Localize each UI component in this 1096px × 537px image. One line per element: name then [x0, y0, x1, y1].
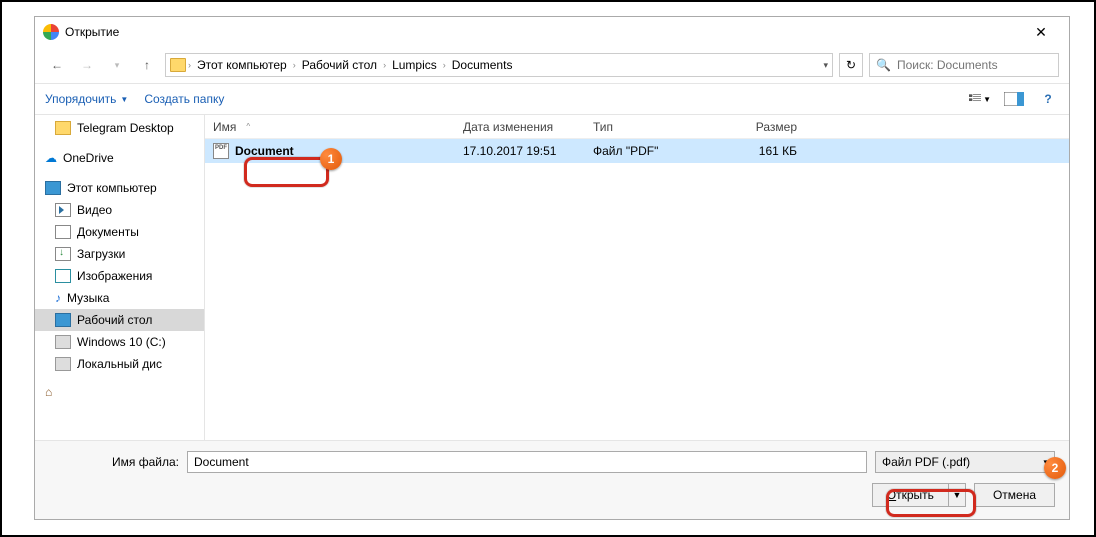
- col-date[interactable]: Дата изменения: [455, 120, 585, 134]
- pc-icon: [45, 181, 61, 195]
- video-icon: [55, 203, 71, 217]
- toolbar: Упорядочить ▼ Создать папку ▼ ?: [35, 83, 1069, 115]
- filename-label: Имя файла:: [49, 455, 179, 469]
- refresh-button[interactable]: ↻: [839, 53, 863, 77]
- file-name-cell: PDF Document: [205, 143, 455, 159]
- onedrive-icon: ☁: [45, 151, 57, 165]
- homegroup-icon: ⌂: [45, 385, 52, 399]
- chevron-down-icon: ▾: [1043, 457, 1048, 468]
- recent-dropdown[interactable]: ▾: [105, 53, 129, 77]
- tree-item-documents[interactable]: Документы: [35, 221, 204, 243]
- pdf-icon: PDF: [213, 143, 229, 159]
- disk-icon: [55, 335, 71, 349]
- help-button[interactable]: ?: [1037, 90, 1059, 108]
- cancel-button[interactable]: Отмена: [974, 483, 1055, 507]
- window-title: Открытие: [65, 25, 1021, 39]
- tree-item-pictures[interactable]: Изображения: [35, 265, 204, 287]
- crumb-item[interactable]: Рабочий стол: [298, 58, 381, 72]
- tree-item-drive-c[interactable]: Windows 10 (C:): [35, 331, 204, 353]
- tree-item-telegram[interactable]: Telegram Desktop: [35, 117, 204, 139]
- chevron-right-icon: ›: [383, 60, 386, 70]
- chevron-right-icon: ›: [188, 60, 191, 70]
- filetype-filter[interactable]: Файл PDF (.pdf) ▾: [875, 451, 1055, 473]
- breadcrumb[interactable]: › Этот компьютер › Рабочий стол › Lumpic…: [165, 53, 833, 77]
- sort-indicator-icon: ^: [246, 122, 250, 131]
- tree-item-music[interactable]: ♪Музыка: [35, 287, 204, 309]
- titlebar: Открытие ✕: [35, 17, 1069, 47]
- open-dropdown[interactable]: ▼: [949, 490, 965, 500]
- new-folder-button[interactable]: Создать папку: [144, 92, 224, 106]
- navbar: ← → ▾ ↑ › Этот компьютер › Рабочий стол …: [35, 47, 1069, 83]
- folder-tree[interactable]: Telegram Desktop ☁OneDrive Этот компьюте…: [35, 115, 205, 440]
- open-file-dialog: Открытие ✕ ← → ▾ ↑ › Этот компьютер › Ра…: [34, 16, 1070, 520]
- pictures-icon: [55, 269, 71, 283]
- search-input[interactable]: [897, 58, 1052, 72]
- close-button[interactable]: ✕: [1021, 24, 1061, 41]
- search-icon: 🔍: [876, 58, 891, 72]
- tree-item-onedrive[interactable]: ☁OneDrive: [35, 147, 204, 169]
- tree-item-homegroup[interactable]: ⌂: [35, 381, 204, 403]
- folder-icon: [55, 121, 71, 135]
- col-size[interactable]: Размер: [715, 120, 805, 134]
- col-name[interactable]: Имя^: [205, 120, 455, 134]
- search-box[interactable]: 🔍: [869, 53, 1059, 77]
- music-icon: ♪: [55, 291, 61, 305]
- crumb-root[interactable]: Этот компьютер: [193, 58, 291, 72]
- file-date-cell: 17.10.2017 19:51: [455, 144, 585, 158]
- back-button[interactable]: ←: [45, 53, 69, 77]
- up-button[interactable]: ↑: [135, 53, 159, 77]
- chrome-icon: [43, 24, 59, 40]
- file-size-cell: 161 КБ: [715, 144, 805, 158]
- file-row[interactable]: PDF Document 17.10.2017 19:51 Файл "PDF"…: [205, 139, 1069, 163]
- folder-icon: [170, 58, 186, 72]
- col-type[interactable]: Тип: [585, 120, 715, 134]
- tree-item-videos[interactable]: Видео: [35, 199, 204, 221]
- chevron-right-icon: ›: [443, 60, 446, 70]
- open-button[interactable]: Открыть ▼: [872, 483, 966, 507]
- disk-icon: [55, 357, 71, 371]
- preview-pane-button[interactable]: [1003, 90, 1025, 108]
- filename-input[interactable]: [187, 451, 867, 473]
- tree-item-desktop[interactable]: Рабочий стол: [35, 309, 204, 331]
- organize-button[interactable]: Упорядочить ▼: [45, 92, 128, 106]
- documents-icon: [55, 225, 71, 239]
- crumb-item[interactable]: Lumpics: [388, 58, 441, 72]
- view-button[interactable]: ▼: [969, 90, 991, 108]
- dialog-body: Telegram Desktop ☁OneDrive Этот компьюте…: [35, 115, 1069, 440]
- downloads-icon: [55, 247, 71, 261]
- file-list: Имя^ Дата изменения Тип Размер PDF Docum…: [205, 115, 1069, 440]
- tree-item-this-pc[interactable]: Этот компьютер: [35, 177, 204, 199]
- chevron-right-icon: ›: [293, 60, 296, 70]
- list-header: Имя^ Дата изменения Тип Размер: [205, 115, 1069, 139]
- tree-item-local-disk[interactable]: Локальный дис: [35, 353, 204, 375]
- desktop-icon: [55, 313, 71, 327]
- dialog-footer: Имя файла: Файл PDF (.pdf) ▾ Открыть ▼ О…: [35, 440, 1069, 519]
- forward-button[interactable]: →: [75, 53, 99, 77]
- file-type-cell: Файл "PDF": [585, 144, 715, 158]
- tree-item-downloads[interactable]: Загрузки: [35, 243, 204, 265]
- chevron-down-icon[interactable]: ▾: [823, 60, 828, 71]
- crumb-item[interactable]: Documents: [448, 58, 517, 72]
- chevron-down-icon: ▼: [120, 95, 128, 104]
